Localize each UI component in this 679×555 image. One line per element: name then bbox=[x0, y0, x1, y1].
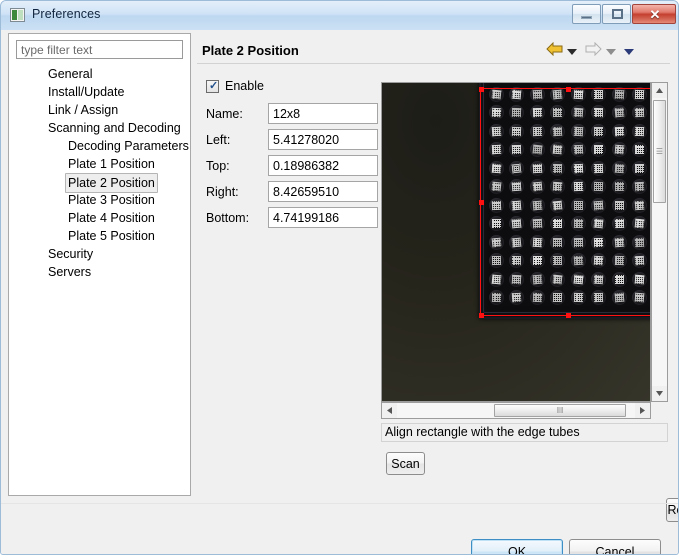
scroll-down-icon[interactable] bbox=[652, 386, 667, 401]
preferences-tree[interactable]: General Install/Update Link / Assign Scanni… bbox=[9, 65, 190, 281]
sidebar-item-label: Decoding Parameters bbox=[68, 139, 189, 153]
rectangle-resize-handle[interactable] bbox=[479, 87, 484, 92]
sidebar-item-servers[interactable]: Servers bbox=[9, 263, 190, 281]
restore-button[interactable] bbox=[602, 4, 631, 24]
forward-arrow-icon bbox=[585, 41, 602, 57]
minimize-icon bbox=[581, 16, 592, 19]
sidebar-item-plate-2-position[interactable]: Plate 2 Position bbox=[9, 173, 190, 193]
sidebar-item-label: Servers bbox=[48, 265, 92, 279]
preference-page: Plate 2 Position ✓ Enable Name: 12x8 Lef… bbox=[194, 33, 678, 522]
close-button[interactable]: ✕ bbox=[632, 4, 676, 24]
sidebar-item-plate-3-position[interactable]: Plate 3 Position bbox=[9, 191, 190, 209]
forward-chevron-down-icon bbox=[606, 45, 616, 55]
scroll-left-icon[interactable] bbox=[382, 403, 397, 418]
enable-label: Enable bbox=[225, 79, 264, 93]
cancel-button[interactable]: Cancel bbox=[569, 539, 661, 554]
window-title: Preferences bbox=[32, 7, 101, 21]
rectangle-resize-handle[interactable] bbox=[566, 87, 571, 92]
close-icon: ✕ bbox=[649, 7, 661, 22]
page-navigation bbox=[545, 40, 665, 60]
page-title: Plate 2 Position bbox=[202, 43, 299, 58]
sidebar-item-label: Link / Assign bbox=[48, 103, 119, 117]
back-chevron-down-icon[interactable] bbox=[567, 45, 577, 55]
restore-defaults-pre: Restore bbox=[667, 503, 678, 517]
restore-icon bbox=[612, 9, 623, 19]
rectangle-resize-handle[interactable] bbox=[479, 200, 484, 205]
title-bar[interactable]: Preferences ✕ bbox=[1, 1, 678, 30]
title-separator bbox=[197, 63, 670, 64]
scroll-up-icon[interactable] bbox=[652, 83, 667, 98]
sidebar-item-plate-1-position[interactable]: Plate 1 Position bbox=[9, 155, 190, 173]
scroll-grip-icon: ☰ bbox=[655, 146, 664, 156]
sidebar-item-label: Plate 3 Position bbox=[68, 193, 155, 207]
scan-button[interactable]: Scan bbox=[386, 452, 425, 475]
page-menu-chevron-down-icon[interactable] bbox=[624, 45, 634, 55]
check-icon: ✓ bbox=[209, 80, 219, 92]
field-label-left: Left: bbox=[206, 133, 231, 147]
plate-preview[interactable] bbox=[381, 82, 651, 402]
scroll-grip-icon: ‖‖ bbox=[556, 405, 564, 415]
sidebar-item-decoding-parameters[interactable]: Decoding Parameters bbox=[9, 137, 190, 155]
sidebar-item-label: General bbox=[48, 67, 93, 81]
horizontal-scroll-thumb[interactable]: ‖‖ bbox=[494, 404, 626, 417]
rectangle-resize-handle[interactable] bbox=[566, 313, 571, 318]
preferences-tree-panel: General Install/Update Link / Assign Scanni… bbox=[8, 33, 191, 496]
minimize-button[interactable] bbox=[572, 4, 601, 24]
alignment-rectangle[interactable] bbox=[479, 87, 650, 318]
sidebar-item-link-assign[interactable]: Link / Assign bbox=[9, 101, 190, 119]
sidebar-item-label: Security bbox=[48, 247, 94, 261]
sidebar-item-scanning-and-decoding[interactable]: Scanning and Decoding bbox=[9, 119, 190, 137]
top-input[interactable] bbox=[268, 155, 378, 176]
restore-defaults-button[interactable]: Restore Defaults bbox=[666, 498, 678, 522]
bottom-input[interactable] bbox=[268, 207, 378, 228]
sidebar-item-security[interactable]: Security bbox=[9, 245, 190, 263]
sidebar-item-plate-4-position[interactable]: Plate 4 Position bbox=[9, 209, 190, 227]
preferences-window: Preferences ✕ General Install/Update Link … bbox=[0, 0, 679, 555]
plate-image bbox=[382, 83, 650, 401]
sidebar-item-label: Install/Update bbox=[48, 85, 125, 99]
scroll-right-icon[interactable] bbox=[635, 403, 650, 418]
sidebar-item-label: Plate 4 Position bbox=[68, 211, 155, 225]
filter-input[interactable] bbox=[16, 40, 183, 59]
sidebar-item-install-update[interactable]: Install/Update bbox=[9, 83, 190, 101]
field-label-bottom: Bottom: bbox=[206, 211, 250, 225]
field-label-right: Right: bbox=[206, 185, 239, 199]
status-text: Align rectangle with the edge tubes bbox=[381, 423, 668, 442]
field-label-top: Top: bbox=[206, 159, 230, 173]
ok-button[interactable]: OK bbox=[471, 539, 563, 554]
sidebar-item-label: Plate 2 Position bbox=[65, 173, 158, 193]
right-input[interactable] bbox=[268, 181, 378, 202]
sidebar-item-plate-5-position[interactable]: Plate 5 Position bbox=[9, 227, 190, 245]
sidebar-item-general[interactable]: General bbox=[9, 65, 190, 83]
preview-horizontal-scrollbar[interactable]: ‖‖ bbox=[381, 402, 651, 419]
sidebar-item-label: Scanning and Decoding bbox=[48, 121, 181, 135]
footer-separator bbox=[1, 503, 678, 504]
back-arrow-icon[interactable] bbox=[546, 41, 563, 57]
app-icon bbox=[10, 8, 25, 22]
sidebar-item-label: Plate 1 Position bbox=[68, 157, 155, 171]
name-input[interactable] bbox=[268, 103, 378, 124]
enable-checkbox[interactable]: ✓ bbox=[206, 80, 219, 93]
preview-vertical-scrollbar[interactable]: ☰ bbox=[651, 82, 668, 402]
left-input[interactable] bbox=[268, 129, 378, 150]
dialog-body: General Install/Update Link / Assign Scanni… bbox=[1, 30, 678, 554]
rectangle-resize-handle[interactable] bbox=[479, 313, 484, 318]
sidebar-item-label: Plate 5 Position bbox=[68, 229, 155, 243]
vertical-scroll-thumb[interactable]: ☰ bbox=[653, 100, 666, 203]
field-label-name: Name: bbox=[206, 107, 243, 121]
